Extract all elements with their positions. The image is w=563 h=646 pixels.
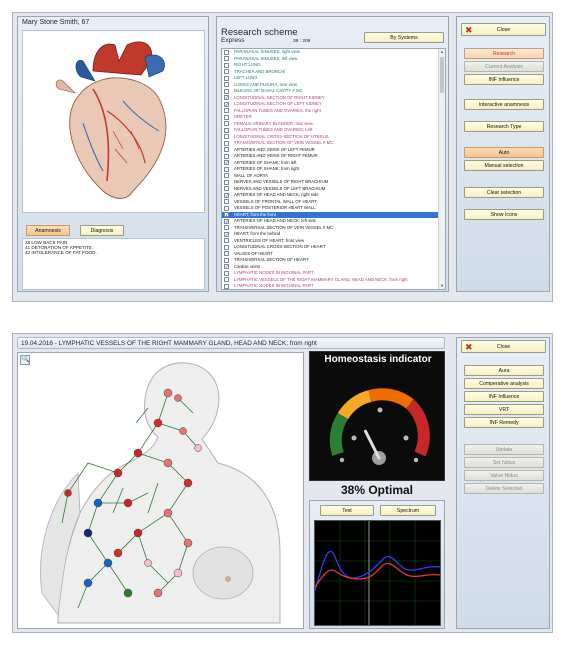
close-button[interactable]: ✖ Close	[461, 23, 546, 36]
scroll-down-arrow[interactable]: ▼	[440, 284, 444, 288]
item-checkbox[interactable]	[224, 277, 229, 283]
inf-remedy-button[interactable]: INF Remedy	[464, 417, 544, 428]
zoom-icon[interactable]: 🔍	[20, 355, 30, 365]
research-scheme-panel: Research scheme Express 39 : 209 By Syst…	[216, 16, 449, 292]
item-checkbox[interactable]	[224, 108, 229, 114]
list-scrollbar[interactable]: ▲ ▼	[438, 49, 445, 289]
item-checkbox[interactable]	[224, 56, 229, 62]
tab-diagnosis[interactable]: Diagnosis	[80, 225, 124, 236]
homeostasis-panel: Homeostasis indicator	[309, 351, 445, 481]
close-button[interactable]: ✖ Close	[461, 340, 546, 353]
delete-selected-button[interactable]: Delete Selected	[464, 483, 544, 494]
item-checkbox[interactable]: ✓	[224, 192, 229, 198]
heart-image[interactable]	[23, 31, 206, 214]
current-analysis-button[interactable]: Current Analysis	[464, 61, 544, 72]
item-checkbox[interactable]: ✓	[224, 160, 229, 166]
manual-selection-button[interactable]: Manual selection	[464, 160, 544, 171]
item-checkbox[interactable]	[224, 166, 229, 172]
gauge-needle	[363, 429, 381, 460]
research-type-button[interactable]: Research Type	[464, 121, 544, 132]
tab-spectrum[interactable]: Spectrum	[380, 505, 436, 516]
item-checkbox[interactable]: ✓	[224, 101, 229, 107]
heart-panel: Mary Stone Smith, 67 Anamnesis Diagnosis…	[17, 16, 209, 292]
aura-button[interactable]: Aura	[464, 365, 544, 376]
close-label: Close	[496, 344, 511, 350]
item-checkbox[interactable]	[224, 49, 229, 55]
homeostasis-gauge	[329, 388, 430, 465]
item-checkbox[interactable]: ✓	[224, 95, 229, 101]
item-checkbox[interactable]	[224, 257, 229, 263]
item-checkbox[interactable]	[224, 251, 229, 257]
tab-test[interactable]: Test	[320, 505, 374, 516]
scroll-thumb[interactable]	[440, 57, 444, 93]
auto-button[interactable]: Auto	[464, 147, 544, 158]
research-list: PARANASAL SINUSES; right view PARANASAL S…	[221, 48, 446, 290]
item-checkbox[interactable]	[224, 179, 229, 185]
update-button[interactable]: Update	[464, 444, 544, 455]
by-systems-button[interactable]: By Systems	[364, 32, 444, 43]
item-checkbox[interactable]	[224, 205, 229, 211]
clear-selection-button[interactable]: Clear selection	[464, 187, 544, 198]
research-list-item[interactable]: LYMPHATIC NODES IN INGUINAL PART	[222, 283, 442, 289]
analysis-title-bar: 19.04.2016 - LYMPHATIC VESSELS OF THE RI…	[17, 337, 445, 349]
item-checkbox[interactable]	[224, 186, 229, 192]
item-checkbox[interactable]	[224, 199, 229, 205]
item-checkbox[interactable]	[224, 140, 229, 146]
close-icon: ✖	[465, 25, 473, 35]
heart-image-frame	[22, 30, 205, 213]
counter: 39 : 209	[293, 39, 311, 44]
spectrum-red-line	[314, 562, 441, 588]
analysis-window: 19.04.2016 - LYMPHATIC VESSELS OF THE RI…	[12, 333, 553, 633]
item-checkbox[interactable]	[224, 153, 229, 159]
anamnesis-notes: 28 LOW BACK PAIN 41 DETORATION OF APPETI…	[22, 238, 205, 290]
item-checkbox[interactable]: ✓	[224, 264, 229, 270]
anatomy-frame: 🔍	[17, 352, 304, 629]
interactive-anamnesis-button[interactable]: Interactive anamnesis	[464, 99, 544, 110]
item-checkbox[interactable]	[224, 127, 229, 133]
scroll-up-arrow[interactable]: ▲	[440, 50, 444, 54]
close-label: Close	[496, 27, 511, 33]
mode-label: Express	[221, 37, 245, 44]
item-checkbox[interactable]	[224, 82, 229, 88]
optimal-percentage: 38% Optimal	[340, 483, 414, 497]
comparative-analysis-button[interactable]: Comperative analysis	[464, 378, 544, 389]
value-nidus-button[interactable]: Value Nidus	[464, 470, 544, 481]
item-checkbox[interactable]: ✓	[224, 231, 229, 237]
spectrum-chart	[314, 520, 441, 626]
item-checkbox[interactable]	[224, 114, 229, 120]
analysis-actions-panel: ✖ Close Aura Comperative analysis INF In…	[456, 337, 550, 629]
analysis-title: 19.04.2016 - LYMPHATIC VESSELS OF THE RI…	[21, 340, 317, 347]
item-label: LYMPHATIC NODES IN INGUINAL PART	[234, 283, 314, 288]
item-checkbox[interactable]	[224, 134, 229, 140]
item-checkbox[interactable]	[224, 62, 229, 68]
inf-influence-button[interactable]: INF Influence	[464, 74, 544, 85]
tab-anamnesis[interactable]: Anamnesis	[26, 225, 70, 236]
item-checkbox[interactable]	[224, 75, 229, 81]
item-checkbox[interactable]: ✓	[224, 218, 229, 224]
close-icon: ✖	[465, 342, 473, 352]
homeostasis-title: Homeostasis indicator	[324, 354, 432, 365]
item-checkbox[interactable]	[224, 283, 229, 289]
patient-name: Mary Stone Smith, 67	[22, 19, 90, 26]
item-checkbox[interactable]: ✓	[224, 212, 229, 218]
item-checkbox[interactable]	[224, 147, 229, 153]
vrt-button[interactable]: VRT	[464, 404, 544, 415]
inf-influence-button[interactable]: INF Influence	[464, 391, 544, 402]
item-checkbox[interactable]	[224, 244, 229, 250]
note-line: 42 INTOLERANCE OF FAT FOOD.	[25, 250, 97, 255]
item-checkbox[interactable]	[224, 173, 229, 179]
spectrum-panel: Test Spectrum	[309, 500, 445, 629]
item-checkbox[interactable]	[224, 238, 229, 244]
item-checkbox[interactable]	[224, 88, 229, 94]
show-icons-button[interactable]: Show Icons	[464, 209, 544, 220]
item-checkbox[interactable]	[224, 225, 229, 231]
item-checkbox[interactable]	[224, 270, 229, 276]
item-checkbox[interactable]	[224, 121, 229, 127]
actions-panel: ✖ Close Research Current Analysis INF In…	[456, 16, 550, 292]
item-checkbox[interactable]	[224, 69, 229, 75]
lymphatic-anatomy-image[interactable]	[18, 353, 303, 628]
set-nidus-button[interactable]: Set Nidus	[464, 457, 544, 468]
research-button[interactable]: Research	[464, 48, 544, 59]
research-window: Mary Stone Smith, 67 Anamnesis Diagnosis…	[12, 12, 553, 302]
